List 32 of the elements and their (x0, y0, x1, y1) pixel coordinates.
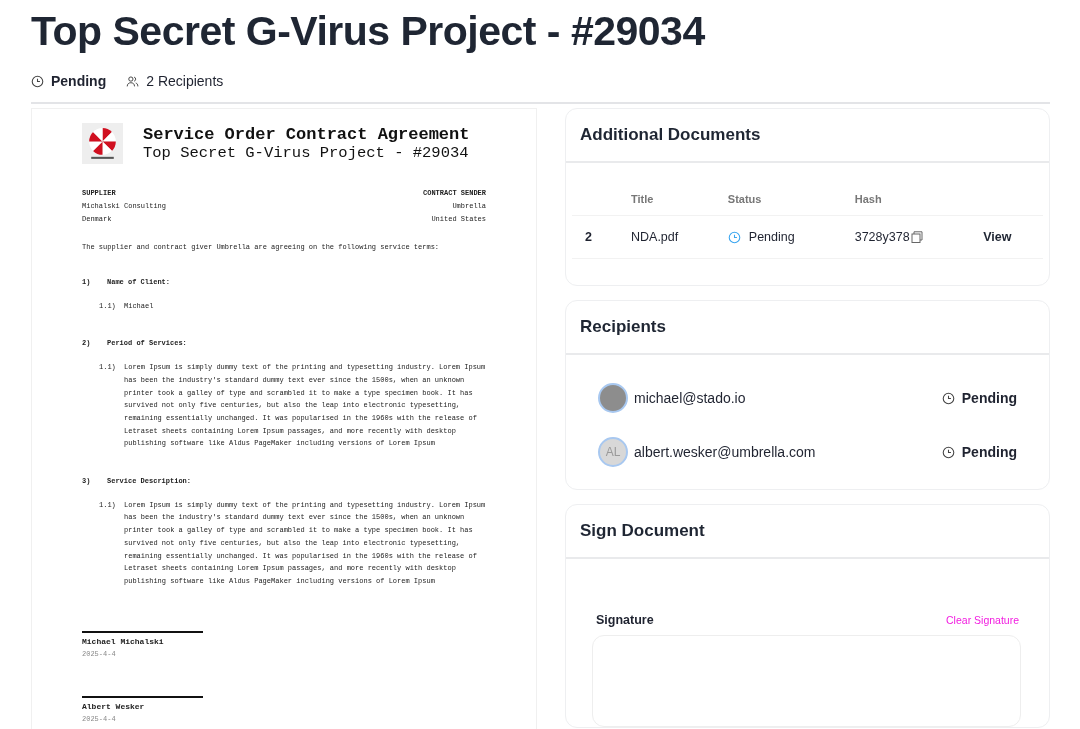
clock-icon (941, 391, 955, 405)
status-text: Pending (961, 444, 1017, 460)
file-name: NDA.pdf (623, 215, 720, 259)
users-icon (126, 74, 140, 88)
signatory-name: Michael Michalski (82, 636, 165, 646)
recipients-count: 2 Recipients (146, 73, 224, 89)
card-title: Sign Document (566, 505, 1049, 559)
avatar (598, 383, 628, 413)
row-number: 2 (572, 215, 623, 259)
view-link[interactable]: View (983, 230, 1012, 244)
signature-label: Signature (596, 613, 654, 627)
column-header: Status (719, 181, 847, 216)
column-header: Title (623, 181, 720, 216)
hash-text: 3728y378 (854, 230, 910, 244)
page-title: Top Secret G-Virus Project - #29034 (31, 7, 706, 56)
document-heading: Service Order Contract Agreement (143, 125, 470, 144)
recipient-email: albert.wesker@umbrella.com (634, 444, 817, 460)
clock-icon (941, 445, 955, 459)
status-text: Pending (961, 390, 1017, 406)
clock-icon (31, 74, 44, 88)
avatar-initials: AL (598, 437, 628, 467)
clear-signature-link[interactable]: Clear Signature (946, 614, 1019, 626)
document-subheading: Top Secret G-Virus Project - #29034 (143, 143, 470, 162)
status-text: Pending (748, 230, 795, 244)
card-title: Recipients (566, 301, 1049, 355)
status-text: Pending (51, 73, 107, 89)
copy-icon[interactable] (910, 231, 923, 243)
signatory-name: Albert Wesker (82, 701, 146, 711)
card-title: Additional Documents (566, 109, 1049, 163)
recipient-email: michael@stado.io (634, 390, 747, 406)
clock-icon (727, 230, 741, 244)
column-header: Hash (846, 181, 976, 216)
